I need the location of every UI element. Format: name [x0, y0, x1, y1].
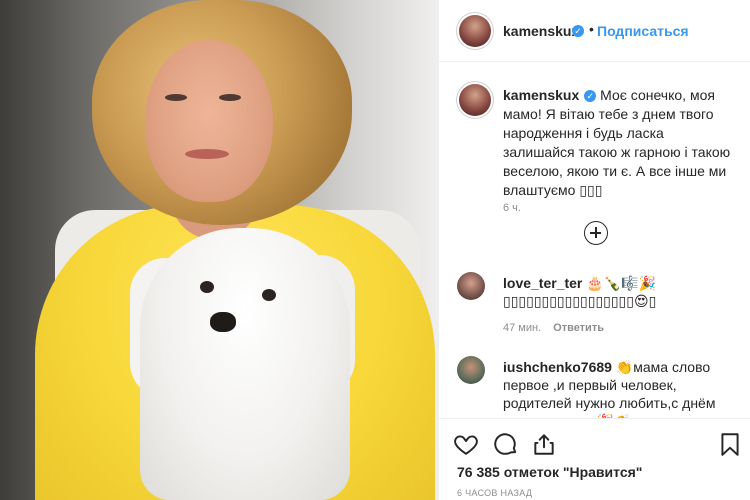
- photo-dog-nose: [210, 312, 236, 332]
- caption-body: Моє сонечко, моя мамо! Я вітаю тебе з дн…: [503, 87, 731, 198]
- share-icon[interactable]: [531, 431, 557, 457]
- post-caption: kamenskux ✓ Моє сонечко, моя мамо! Я віта…: [439, 62, 750, 252]
- author-avatar[interactable]: [459, 15, 491, 47]
- photo-lips: [185, 149, 229, 159]
- post-photo[interactable]: [0, 0, 438, 500]
- follow-button[interactable]: Подписаться: [597, 23, 689, 39]
- photo-dog-eye: [262, 289, 276, 301]
- likes-count[interactable]: 76 385 отметок "Нравится": [457, 464, 642, 480]
- photo-eye: [165, 94, 187, 101]
- comment-timestamp: 47 мин.: [503, 322, 542, 334]
- verified-badge-icon: ✓: [584, 90, 597, 102]
- photo-eye: [219, 94, 241, 101]
- comment-username[interactable]: love_ter_ter: [503, 275, 582, 291]
- bookmark-icon[interactable]: [717, 431, 743, 457]
- header-separator: •: [589, 21, 594, 37]
- comment-meta: 47 мин. Ответить: [503, 322, 604, 334]
- caption-avatar[interactable]: [459, 84, 491, 116]
- post-side-panel: kamenskux ✓ • Подписаться kamenskux ✓ Моє…: [438, 0, 750, 500]
- caption-text: kamenskux ✓ Моє сонечко, моя мамо! Я віта…: [503, 86, 733, 200]
- caption-timestamp[interactable]: 6 ч.: [503, 202, 521, 214]
- author-username[interactable]: kamenskux: [503, 23, 579, 39]
- verified-badge-icon: ✓: [572, 25, 584, 37]
- comment-text: love_ter_ter 🎂🍾🎼🎉▯▯▯▯▯▯▯▯▯▯▯▯▯▯▯▯▯😍▯: [503, 274, 738, 310]
- caption-username[interactable]: kamenskux: [503, 87, 579, 103]
- comment-icon[interactable]: [493, 431, 519, 457]
- post-header: kamenskux ✓ • Подписаться: [439, 0, 750, 62]
- comment-avatar[interactable]: [457, 272, 485, 300]
- photo-face: [145, 40, 273, 202]
- load-more-comments-icon[interactable]: [584, 221, 608, 245]
- reply-button[interactable]: Ответить: [553, 322, 604, 334]
- photo-dog-eye: [200, 281, 214, 293]
- heart-icon[interactable]: [453, 431, 479, 457]
- comment-username[interactable]: iushchenko7689: [503, 359, 612, 375]
- comment-avatar[interactable]: [457, 356, 485, 384]
- photo-dog: [140, 228, 350, 500]
- post-actions: 76 385 отметок "Нравится" 6 ЧАСОВ НАЗАД: [439, 418, 750, 500]
- post-timestamp[interactable]: 6 ЧАСОВ НАЗАД: [457, 488, 532, 498]
